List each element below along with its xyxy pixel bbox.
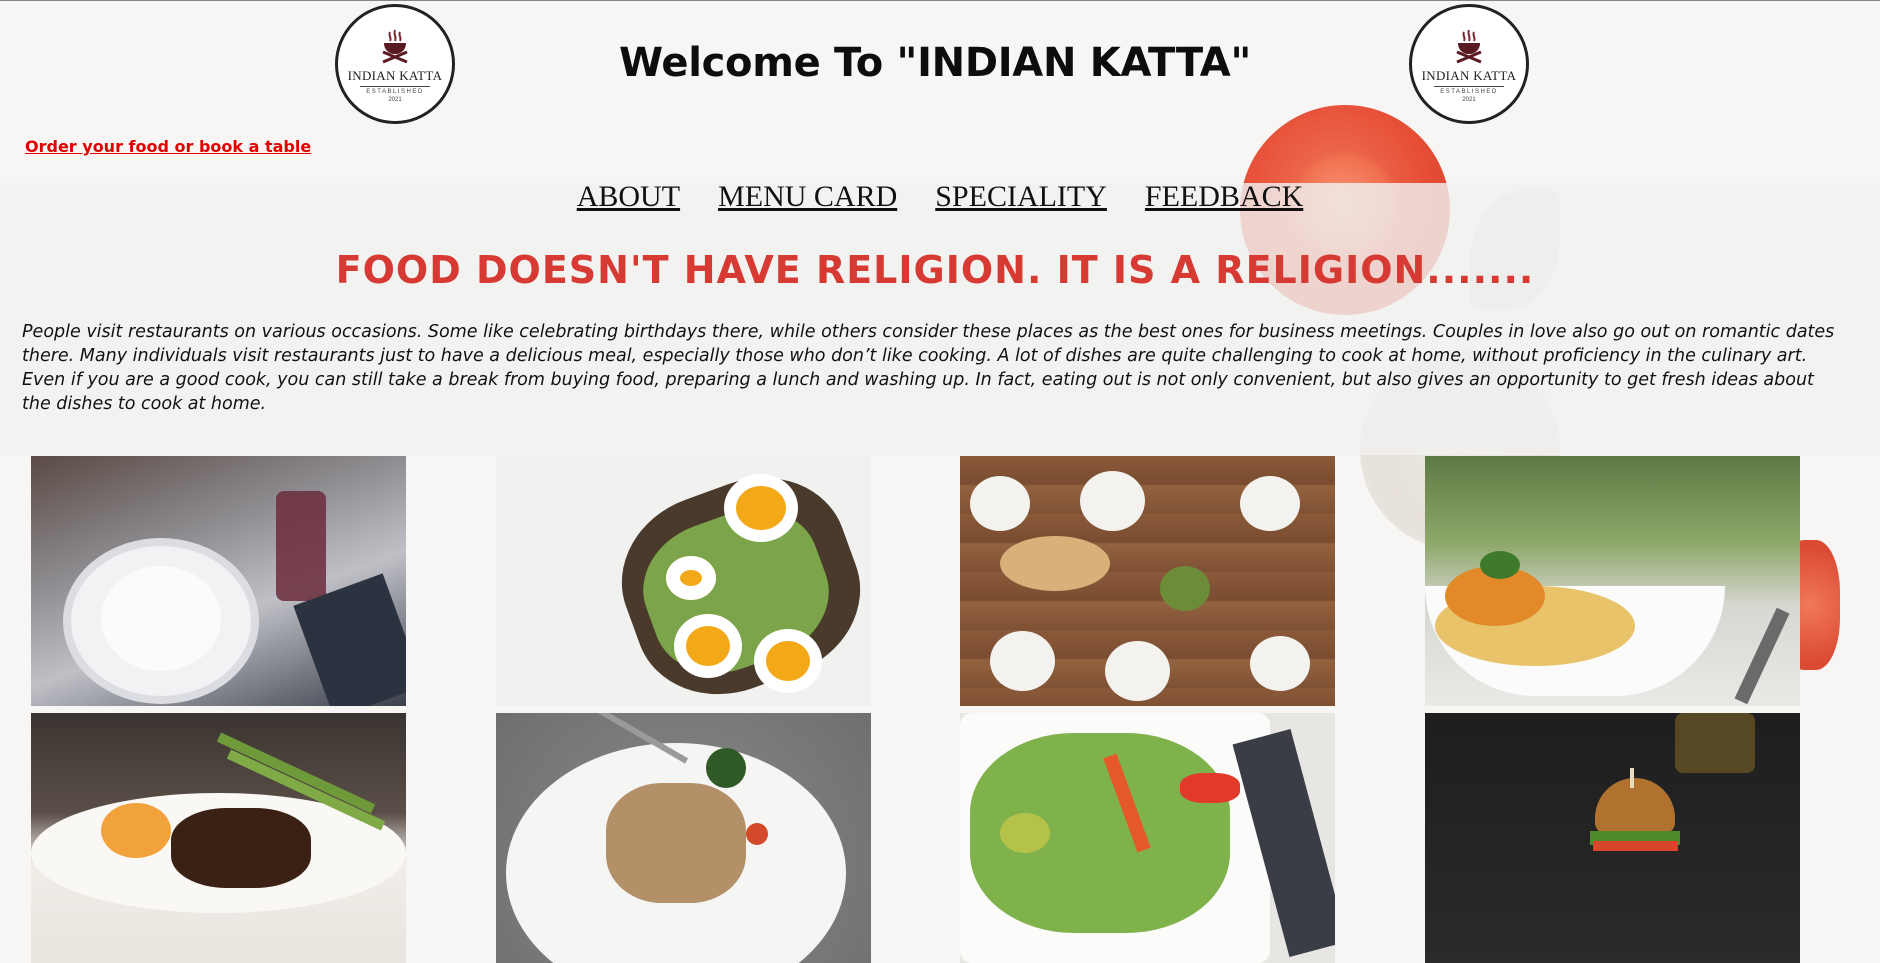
nav-feedback[interactable]: FEEDBACK <box>1145 180 1303 214</box>
spaghetti-plate-photo[interactable] <box>1425 456 1800 706</box>
table-setting-photo[interactable] <box>31 456 406 706</box>
logo-established: ESTABLISHED <box>366 88 424 95</box>
intro-paragraph: People visit restaurants on various occa… <box>22 322 1835 414</box>
chef-spatula-icon <box>382 29 408 63</box>
page-title: Welcome To "INDIAN KATTA" <box>618 40 1251 86</box>
nav-speciality[interactable]: SPECIALITY <box>935 180 1107 214</box>
logo-divider <box>1434 85 1504 87</box>
nav-menu-card[interactable]: MENU CARD <box>718 180 897 214</box>
logo-divider <box>360 85 430 87</box>
logo-name: INDIAN KATTA <box>1421 67 1517 83</box>
logo-year: 2021 <box>1462 96 1476 103</box>
steak-asparagus-photo[interactable] <box>31 713 406 963</box>
top-border <box>0 0 1880 1</box>
logo-name: INDIAN KATTA <box>347 67 443 83</box>
burger-photo[interactable] <box>1425 713 1800 963</box>
shared-table-dishes-photo[interactable] <box>960 456 1335 706</box>
order-food-link[interactable]: Order your food or book a table <box>25 137 311 156</box>
tagline: FOOD DOESN'T HAVE RELIGION. IT IS A RELI… <box>335 248 1535 292</box>
chef-spatula-icon <box>1456 29 1482 63</box>
avocado-egg-toast-photo[interactable] <box>496 456 871 706</box>
restaurant-logo-right: INDIAN KATTA ESTABLISHED 2021 <box>1409 4 1529 124</box>
logo-year: 2021 <box>388 96 402 103</box>
main-navigation: ABOUT MENU CARD SPECIALITY FEEDBACK <box>0 180 1880 214</box>
restaurant-logo-left: INDIAN KATTA ESTABLISHED 2021 <box>335 4 455 124</box>
logo-established: ESTABLISHED <box>1440 88 1498 95</box>
nav-about[interactable]: ABOUT <box>577 180 680 214</box>
salad-plate-photo[interactable] <box>960 713 1335 963</box>
pasta-fork-photo[interactable] <box>496 713 871 963</box>
